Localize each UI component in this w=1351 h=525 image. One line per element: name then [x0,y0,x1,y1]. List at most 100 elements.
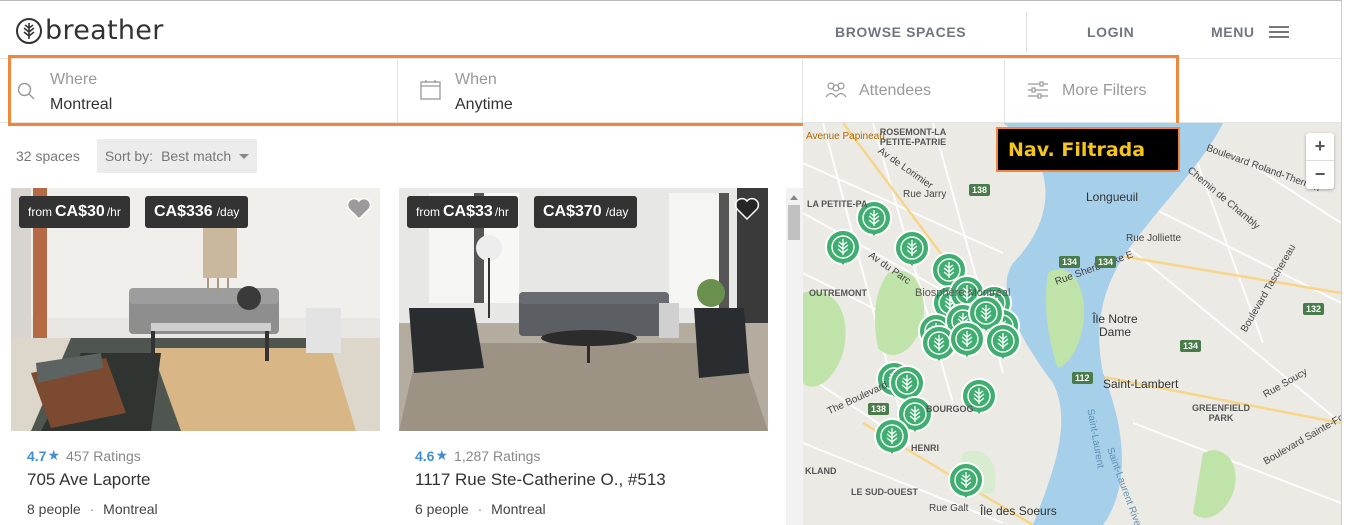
sort-value: Best match [161,148,232,164]
scrollbar-thumb[interactable] [788,205,800,240]
listing-meta: 4.7 ★ 457 Ratings 705 Ave Laporte 8 peop… [11,431,380,517]
caret-down-icon [239,153,250,159]
map-view[interactable]: Longueuil Île Notre Dame Saint-Lambert G… [803,123,1341,525]
map-label: KLAND [805,466,837,476]
sort-dropdown[interactable]: Sort by: Best match [96,139,258,173]
map-label: LE SUD-OUEST [851,487,919,497]
listing-photo[interactable]: from CA$30 /hr CA$336 /day [11,188,380,431]
map-label: Avenue Papineau [806,131,885,142]
login-link[interactable]: LOGIN [1087,24,1134,40]
map-label: Longueuil [1086,190,1139,204]
map-zoom-control: + − [1306,133,1334,189]
window-right-edge [1341,0,1351,525]
hamburger-icon [1268,26,1289,38]
separator-dot: · [477,501,483,517]
hourly-price-badge: from CA$33 /hr [407,196,518,228]
when-filter[interactable]: When Anytime [398,60,803,123]
map-label: Saint-Lambert [1103,377,1179,391]
city: Montreal [491,501,546,517]
site-header: breather BROWSE SPACES LOGIN MENU [0,4,1341,59]
highway-shield: 132 [1303,303,1325,315]
map-label: HENRI [911,443,940,453]
zoom-in-button[interactable]: + [1306,133,1334,161]
listing-name[interactable]: 705 Ave Laporte [27,470,380,490]
hourly-unit: /hr [494,205,509,219]
attendees-label: Attendees [859,82,932,99]
capacity: 8 people [27,501,81,517]
breather-logo[interactable]: breather [16,15,164,46]
listing-name[interactable]: 1117 Rue Ste-Catherine O., #513 [415,470,768,490]
sliders-icon [1028,81,1048,99]
map-label: Rue Jarry [903,189,947,200]
hourly-unit: /hr [106,205,121,219]
map-label: ROSEMONT-LA PETITE-PATRIE [879,127,947,147]
when-label: When [455,71,497,88]
browse-spaces-link[interactable]: BROWSE SPACES [835,24,966,40]
separator-dot: · [89,501,95,517]
price-prefix: from [28,205,52,219]
menu-button[interactable]: MENU [1211,24,1289,40]
city: Montreal [103,501,158,517]
highway-shield: 138 [868,403,890,415]
rating-score: 4.7 [27,447,47,464]
zoom-out-button[interactable]: − [1306,161,1334,189]
map-label: Île des Soeurs [980,504,1057,518]
listing-meta: 4.6 ★ 1,287 Ratings 1117 Rue Ste-Catheri… [399,431,768,517]
map-label: LA PETITE-PA [807,199,868,209]
map-label: Biosphère Montréal [915,287,1011,299]
logo-wordmark: breather [45,15,164,46]
map-label: Île Notre Dame [1092,312,1138,339]
map-label: Rue Jolliette [1126,233,1182,244]
listing-info: 6 people · Montreal [415,501,768,517]
daily-price: CA$336 [154,203,213,220]
highway-shield: 134 [1180,340,1202,352]
star-icon: ★ [47,447,61,463]
daily-price-badge: CA$370 /day [534,196,638,228]
highway-shield: 134 [1095,256,1117,268]
attendees-filter[interactable]: Attendees [803,60,1005,123]
heart-icon[interactable] [734,197,760,221]
hourly-price: CA$33 [443,203,493,220]
scroll-up-icon[interactable] [790,195,798,200]
highway-shield: 134 [1059,256,1081,268]
map-label: GREENFIELD PARK [1191,403,1250,423]
heart-icon[interactable] [346,197,372,221]
star-icon: ★ [435,447,449,463]
listing-photo[interactable]: from CA$33 /hr CA$370 /day [399,188,768,431]
daily-unit: /day [605,205,629,219]
hourly-price: CA$30 [55,203,105,220]
highway-shield: 138 [969,184,991,196]
daily-unit: /day [216,205,240,219]
map-label: BOURGOG [926,404,974,414]
ratings-count: 1,287 Ratings [454,447,541,464]
more-filters-button[interactable]: More Filters [1005,60,1175,123]
listing-card[interactable]: from CA$30 /hr CA$336 /day 4.7 ★ 457 Rat… [11,188,380,517]
capacity: 6 people [415,501,469,517]
rating-score: 4.6 [415,447,435,464]
filter-bar: Where Montreal When Anytime Attendees Mo… [0,60,1341,123]
map-pins [825,200,1021,499]
nav-divider [1026,12,1027,52]
annotation-label: Nav. Filtrada [996,127,1180,172]
where-filter[interactable]: Where Montreal [0,60,398,123]
rating-row: 4.7 ★ 457 Ratings [27,447,380,464]
results-toolbar: 32 spaces Sort by: Best match [16,139,258,173]
map-label: Rue Galt [929,503,969,514]
more-filters-label: More Filters [1062,82,1147,99]
where-label: Where [50,71,98,88]
listing-card[interactable]: from CA$33 /hr CA$370 /day 4.6 ★ 1,287 R… [399,188,768,517]
hourly-price-badge: from CA$30 /hr [19,196,130,228]
where-value[interactable]: Montreal [50,96,112,114]
menu-label: MENU [1211,24,1255,40]
when-value[interactable]: Anytime [455,96,513,114]
listings-scrollbar[interactable] [786,188,803,525]
search-icon [17,82,35,100]
highway-shield: 112 [1072,372,1093,384]
price-prefix: from [416,205,440,219]
tree-logo-icon [16,17,42,44]
ratings-count: 457 Ratings [66,447,141,464]
daily-price-badge: CA$336 /day [145,196,249,228]
rating-row: 4.6 ★ 1,287 Ratings [415,447,768,464]
map-label: OUTREMONT [809,288,867,298]
listing-info: 8 people · Montreal [27,501,380,517]
